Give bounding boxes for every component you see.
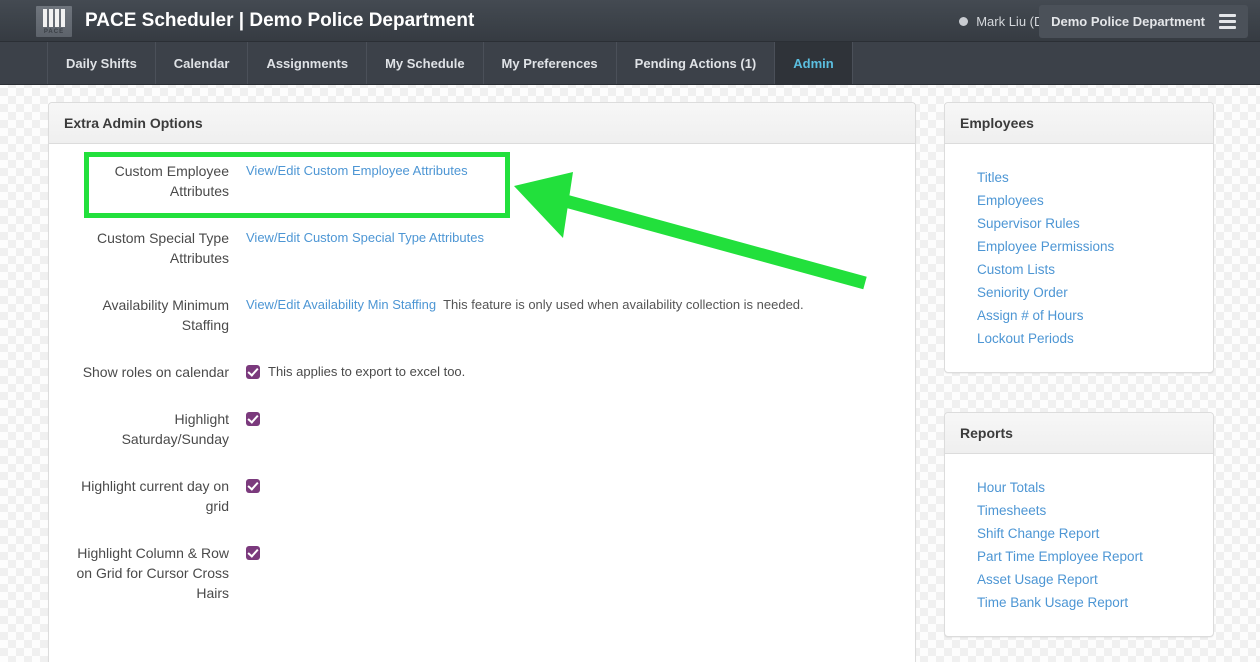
- employees-link-assign-of-hours[interactable]: Assign # of Hours: [945, 304, 1213, 327]
- brand[interactable]: PACE PACE Scheduler | Demo Police Depart…: [36, 0, 474, 42]
- reports-link-list: Hour Totals Timesheets Shift Change Report…: [945, 454, 1213, 636]
- admin-option-control: This applies to export to excel too.: [246, 361, 900, 381]
- tab-pending-actions-1[interactable]: Pending Actions (1): [617, 42, 776, 84]
- admin-option-label: Custom Employee Attributes: [114, 163, 229, 199]
- hamburger-menu-icon[interactable]: [1219, 14, 1236, 29]
- admin-option-label: Availability Minimum Staffing: [102, 297, 229, 333]
- admin-option-row: Highlight Column & Row on Grid for Curso…: [64, 542, 900, 603]
- reports-link-part-time-employee-report[interactable]: Part Time Employee Report: [945, 545, 1213, 568]
- tab-admin[interactable]: Admin: [775, 42, 853, 84]
- checkbox-checked-icon[interactable]: [246, 412, 260, 426]
- admin-option-hint: This feature is only used when availabil…: [443, 297, 804, 312]
- admin-option-label: Highlight current day on grid: [81, 478, 229, 514]
- tab-assignments[interactable]: Assignments: [248, 42, 368, 84]
- reports-link-asset-usage-report[interactable]: Asset Usage Report: [945, 568, 1213, 591]
- employees-link-lockout-periods[interactable]: Lockout Periods: [945, 327, 1213, 350]
- admin-option-label: Highlight Column & Row on Grid for Curso…: [76, 545, 229, 601]
- nav-tab-list: Daily Shifts Calendar Assignments My Schedu…: [48, 42, 853, 84]
- tab-daily-shifts[interactable]: Daily Shifts: [48, 42, 156, 84]
- department-switcher-button[interactable]: Demo Police Department: [1039, 5, 1248, 38]
- employees-panel: Employees Titles Employees Supervisor Rule…: [944, 102, 1214, 373]
- admin-option-hint: This applies to export to excel too.: [268, 364, 466, 379]
- admin-options-form: Custom Employee Attributes View/Edit Cust…: [49, 144, 915, 639]
- admin-option-control: [246, 542, 900, 562]
- reports-link-timesheets[interactable]: Timesheets: [945, 499, 1213, 522]
- tab-my-schedule[interactable]: My Schedule: [367, 42, 484, 84]
- admin-option-link[interactable]: View/Edit Custom Special Type Attributes: [246, 230, 484, 245]
- employees-link-supervisor-rules[interactable]: Supervisor Rules: [945, 212, 1213, 235]
- reports-link-hour-totals[interactable]: Hour Totals: [945, 476, 1213, 499]
- admin-option-control: View/Edit Availability Min Staffing This …: [246, 294, 900, 314]
- reports-panel-title: Reports: [945, 413, 1213, 454]
- admin-option-link[interactable]: View/Edit Custom Employee Attributes: [246, 163, 468, 178]
- reports-link-time-bank-usage-report[interactable]: Time Bank Usage Report: [945, 591, 1213, 614]
- employees-link-employee-permissions[interactable]: Employee Permissions: [945, 235, 1213, 258]
- admin-option-label: Custom Special Type Attributes: [96, 230, 229, 266]
- reports-panel: Reports Hour Totals Timesheets Shift Chang…: [944, 412, 1214, 637]
- checkbox-checked-icon[interactable]: [246, 546, 260, 560]
- reports-link-shift-change-report[interactable]: Shift Change Report: [945, 522, 1213, 545]
- admin-option-row: Availability Minimum Staffing View/Edit A…: [64, 294, 900, 335]
- admin-option-label: Show roles on calendar: [82, 364, 229, 380]
- admin-option-row: Custom Special Type Attributes View/Edit …: [64, 227, 900, 268]
- extra-admin-options-panel: Extra Admin Options Custom Employee Attr…: [48, 102, 916, 662]
- employees-link-seniority-order[interactable]: Seniority Order: [945, 281, 1213, 304]
- admin-option-control: View/Edit Custom Special Type Attributes: [246, 227, 900, 247]
- app-title: PACE Scheduler | Demo Police Department: [85, 10, 475, 31]
- logo-text: PACE: [43, 28, 65, 35]
- checkbox-checked-icon[interactable]: [246, 365, 260, 379]
- employees-link-custom-lists[interactable]: Custom Lists: [945, 258, 1213, 281]
- nav-left-spacer: [0, 42, 48, 84]
- admin-option-row: Highlight Saturday/Sunday: [64, 408, 900, 449]
- checkbox-checked-icon[interactable]: [246, 479, 260, 493]
- top-header-bar: PACE PACE Scheduler | Demo Police Depart…: [0, 0, 1260, 42]
- admin-option-link[interactable]: View/Edit Availability Min Staffing: [246, 297, 436, 312]
- panel-title: Extra Admin Options: [49, 103, 915, 144]
- tab-calendar[interactable]: Calendar: [156, 42, 249, 84]
- user-status-dot-icon: [959, 16, 969, 26]
- tab-my-preferences[interactable]: My Preferences: [484, 42, 617, 84]
- admin-option-row: Highlight current day on grid: [64, 475, 900, 516]
- main-navigation: Daily Shifts Calendar Assignments My Schedu…: [0, 42, 1260, 85]
- employees-link-employees[interactable]: Employees: [945, 189, 1213, 212]
- employees-link-list: Titles Employees Supervisor Rules Employee …: [945, 144, 1213, 372]
- admin-option-control: [246, 408, 900, 428]
- admin-option-row: Show roles on calendar This applies to ex…: [64, 361, 900, 382]
- admin-option-control: [246, 475, 900, 495]
- admin-option-label: Highlight Saturday/Sunday: [121, 411, 229, 447]
- employees-panel-title: Employees: [945, 103, 1213, 144]
- employees-link-titles[interactable]: Titles: [945, 166, 1213, 189]
- admin-option-control: View/Edit Custom Employee Attributes: [246, 160, 900, 180]
- pace-logo-icon: PACE: [36, 5, 72, 37]
- admin-option-row: Custom Employee Attributes View/Edit Cust…: [64, 160, 900, 201]
- department-switcher-label: Demo Police Department: [1051, 14, 1205, 29]
